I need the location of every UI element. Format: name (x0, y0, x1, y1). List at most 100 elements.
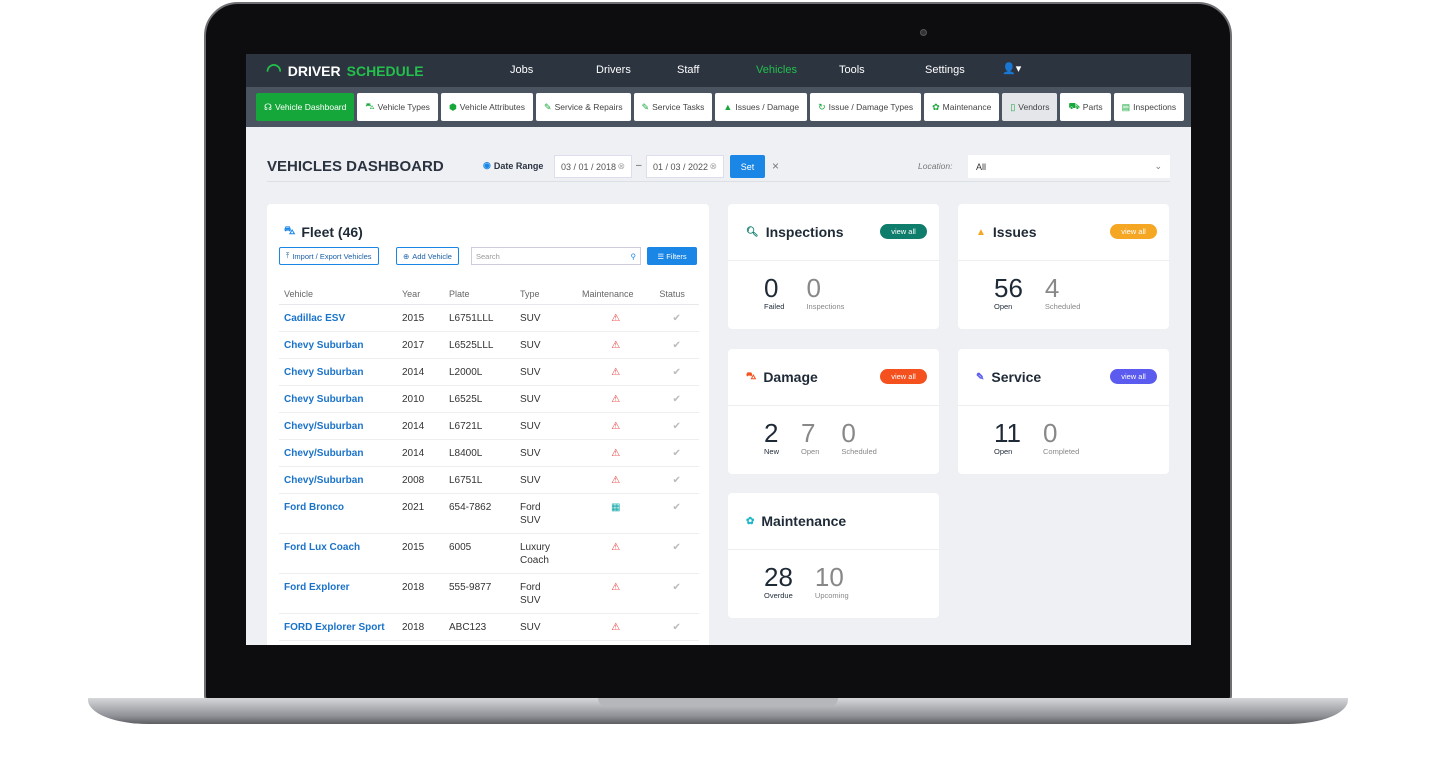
table-row[interactable]: Chevy/Suburban 2008 L6751L SUV ⚠ ✔ (279, 466, 699, 494)
column-header[interactable]: Plate (444, 284, 515, 305)
date-range-radio[interactable]: ◉ Date Range (483, 160, 543, 171)
table-row[interactable]: Chevy Suburban 2010 L6525L SUV ⚠ ✔ (279, 385, 699, 413)
search-input[interactable]: Search ⚲ (471, 247, 641, 265)
nav-settings[interactable]: Settings (925, 64, 965, 76)
warning-icon[interactable]: ⚠ (611, 448, 620, 459)
location-select[interactable]: All ⌄ (968, 155, 1170, 178)
warning-icon[interactable]: ⚠ (611, 622, 620, 633)
calendar-icon[interactable]: ▦ (611, 502, 620, 513)
search-icon[interactable]: ⚲ (631, 252, 637, 261)
tab-vehicle-dashboard[interactable]: ☊ Vehicle Dashboard (256, 93, 355, 121)
table-row[interactable]: Chevy Suburban 2014 L2000L SUV ⚠ ✔ (279, 358, 699, 386)
laptop-notch (598, 698, 838, 707)
nav-drivers[interactable]: Drivers (596, 64, 631, 76)
warning-icon[interactable]: ⚠ (611, 394, 620, 405)
tab-vendors[interactable]: ▯ Vendors (1002, 93, 1058, 121)
stat[interactable]: 4 Scheduled (1045, 274, 1080, 311)
vehicle-link[interactable]: Ford Bronco (279, 493, 397, 534)
nav-jobs[interactable]: Jobs (510, 64, 533, 76)
column-header[interactable]: Vehicle (279, 284, 397, 305)
table-row[interactable]: Ford Lux Coach 2015 6005 Luxury Coach ⚠ … (279, 533, 699, 574)
view-all-button[interactable]: view all (1110, 224, 1157, 239)
set-button[interactable]: Set (730, 155, 765, 178)
table-row[interactable]: Ford/Mini Coach 2007 5205 Luxury ⚠ ✔ (279, 640, 699, 645)
stat[interactable]: 0 Inspections (806, 274, 844, 311)
date-to-input[interactable]: 01 / 03 / 2022 ⊗ (646, 155, 724, 178)
tab-maintenance[interactable]: ✿ Maintenance (924, 93, 1000, 121)
vehicle-link[interactable]: Chevy Suburban (279, 385, 397, 413)
vehicle-link[interactable]: Ford Lux Coach (279, 533, 397, 574)
table-row[interactable]: Chevy/Suburban 2014 L8400L SUV ⚠ ✔ (279, 439, 699, 467)
table-row[interactable]: Chevy Suburban 2017 L6525LLL SUV ⚠ ✔ (279, 331, 699, 359)
vehicle-link[interactable]: Chevy/Suburban (279, 439, 397, 467)
clear-date-button[interactable]: × (772, 159, 779, 173)
column-header[interactable]: Year (397, 284, 444, 305)
tab-label: Maintenance (942, 102, 992, 112)
card-title: Damage (763, 369, 818, 385)
stat[interactable]: 56 Open (994, 274, 1023, 311)
vehicle-link[interactable]: Chevy Suburban (279, 331, 397, 359)
vehicle-link[interactable]: FORD Explorer Sport (279, 613, 397, 641)
plate-cell: 654-7862 (444, 493, 515, 534)
vehicle-link[interactable]: Chevy/Suburban (279, 466, 397, 494)
add-vehicle-button[interactable]: ⊕ Add Vehicle (396, 247, 459, 265)
card-title: Inspections (765, 224, 844, 240)
table-row[interactable]: Cadillac ESV 2015 L6751LLL SUV ⚠ ✔ (279, 304, 699, 332)
nav-staff[interactable]: Staff (677, 64, 699, 76)
stat[interactable]: 0 Scheduled (841, 419, 876, 456)
tab-parts[interactable]: ⛟ Parts (1060, 93, 1111, 121)
type-cell: Ford SUV (515, 573, 577, 614)
tab-inspections[interactable]: ▤ Inspections (1113, 93, 1185, 121)
tab-icon: ▲ (723, 102, 733, 112)
stat[interactable]: 7 Open (801, 419, 819, 456)
vehicle-link[interactable]: Chevy Suburban (279, 358, 397, 386)
import-export-button[interactable]: ⤒ Import / Export Vehicles (279, 247, 379, 265)
tab-vehicle-attributes[interactable]: ⬢ Vehicle Attributes (440, 93, 534, 121)
vehicle-link[interactable]: Ford Explorer (279, 573, 397, 614)
table-row[interactable]: Ford Explorer 2018 555-9877 Ford SUV ⚠ ✔ (279, 573, 699, 614)
stat[interactable]: 0 Failed (764, 274, 784, 311)
vehicle-link[interactable]: Cadillac ESV (279, 304, 397, 332)
tab-service-tasks[interactable]: ✎ Service Tasks (633, 93, 713, 121)
vehicle-link[interactable]: Chevy/Suburban (279, 412, 397, 440)
view-all-button[interactable]: view all (880, 369, 927, 384)
plate-cell: L8400L (444, 439, 515, 467)
gauge-icon: ◠ (266, 60, 282, 80)
stat[interactable]: 11 Open (994, 419, 1021, 456)
warning-icon[interactable]: ⚠ (611, 542, 620, 553)
plate-cell: ABC123 (444, 613, 515, 641)
column-header[interactable]: Maintenance (577, 284, 655, 305)
user-menu-icon[interactable]: 👤▾ (1002, 62, 1021, 75)
tab-issue-damage-types[interactable]: ↻ Issue / Damage Types (810, 93, 922, 121)
stat[interactable]: 0 Completed (1043, 419, 1079, 456)
plate-cell: 555-9877 (444, 573, 515, 614)
tab-service-repairs[interactable]: ✎ Service & Repairs (536, 93, 631, 121)
filters-button[interactable]: ☰ Filters (647, 247, 697, 265)
warning-icon[interactable]: ⚠ (611, 367, 620, 378)
logo[interactable]: ◠ DRIVER SCHEDULE (266, 60, 424, 81)
tab-vehicle-types[interactable]: ⛍ Vehicle Types (357, 93, 438, 121)
nav-tools[interactable]: Tools (839, 64, 865, 76)
view-all-button[interactable]: view all (1110, 369, 1157, 384)
warning-icon[interactable]: ⚠ (611, 313, 620, 324)
warning-icon[interactable]: ⚠ (611, 475, 620, 486)
stat[interactable]: 2 New (764, 419, 779, 456)
clear-icon[interactable]: ⊗ (617, 161, 625, 172)
date-from-input[interactable]: 03 / 01 / 2018 ⊗ (554, 155, 632, 178)
stat[interactable]: 28 Overdue (764, 563, 793, 600)
table-row[interactable]: Chevy/Suburban 2014 L6721L SUV ⚠ ✔ (279, 412, 699, 440)
tab-issues-damage[interactable]: ▲ Issues / Damage (715, 93, 808, 121)
nav-vehicles[interactable]: Vehicles (756, 64, 797, 76)
view-all-button[interactable]: view all (880, 224, 927, 239)
column-header[interactable]: Type (515, 284, 577, 305)
table-row[interactable]: Ford Bronco 2021 654-7862 Ford SUV ▦ ✔ (279, 493, 699, 534)
warning-icon[interactable]: ⚠ (611, 582, 620, 593)
warning-icon[interactable]: ⚠ (611, 421, 620, 432)
table-row[interactable]: FORD Explorer Sport 2018 ABC123 SUV ⚠ ✔ (279, 613, 699, 641)
vehicle-link[interactable]: Ford/Mini Coach (279, 640, 397, 645)
clear-icon[interactable]: ⊗ (709, 161, 717, 172)
stat[interactable]: 10 Upcoming (815, 563, 849, 600)
warning-icon[interactable]: ⚠ (611, 340, 620, 351)
stat-label: Overdue (764, 591, 793, 600)
column-header[interactable]: Status (654, 284, 699, 305)
